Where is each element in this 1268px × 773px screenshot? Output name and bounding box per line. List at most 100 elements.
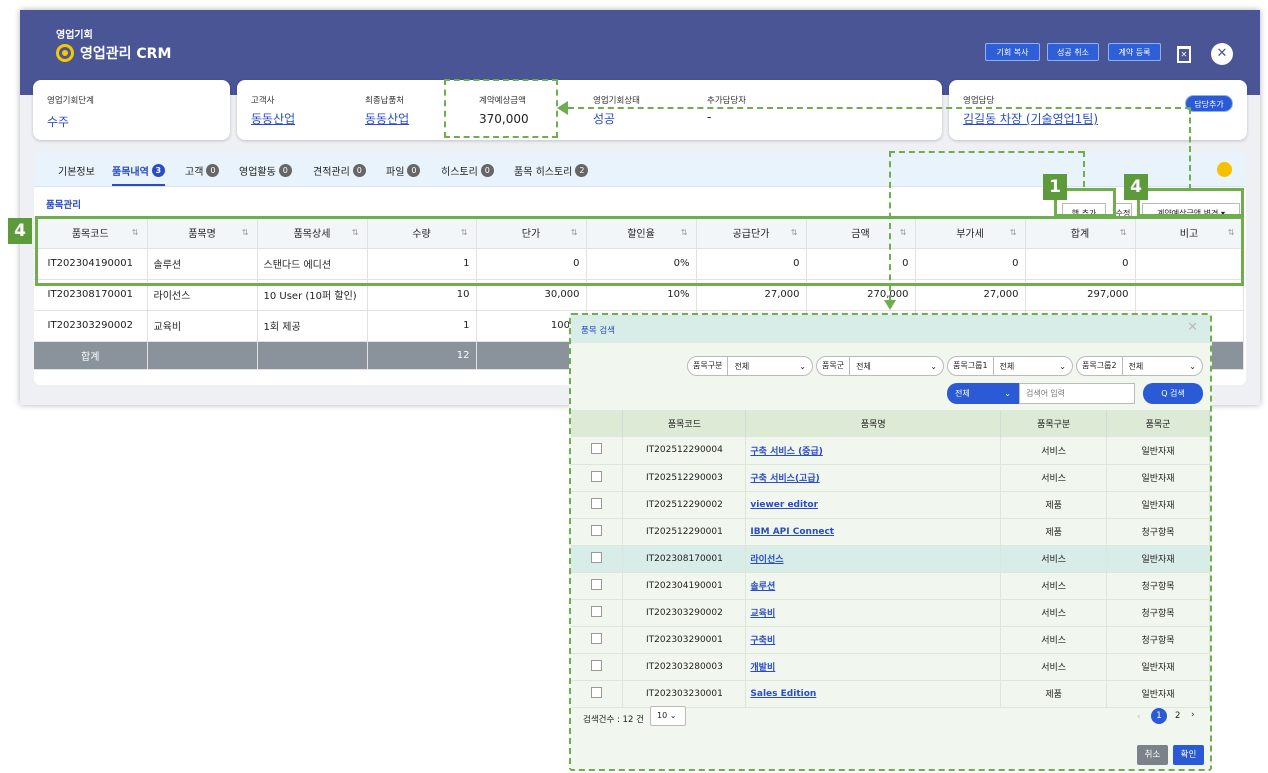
list-item[interactable]: IT202512290002 viewer editor 제품 일반자재 — [571, 491, 1210, 519]
search-scope-select[interactable]: 전체 ⌄ — [947, 383, 1019, 404]
search-button[interactable]: Q 검색 — [1143, 383, 1203, 404]
tab-files[interactable]: 파일 0 — [386, 163, 421, 178]
tab-activity[interactable]: 영업활동 0 — [239, 163, 292, 178]
row-checkbox[interactable] — [591, 605, 603, 617]
page-size-select[interactable]: 10 ⌄ — [650, 706, 686, 726]
item-link[interactable]: viewer editor — [750, 500, 818, 510]
item-link[interactable]: IBM API Connect — [750, 527, 834, 537]
prev-page-icon[interactable]: ‹ — [1137, 712, 1141, 722]
filter-group2[interactable]: 품목그룹2 전체 ⌄ — [1076, 356, 1203, 376]
status-value: 성공 — [593, 112, 616, 126]
cell: 서비스 — [1000, 545, 1108, 573]
item-link[interactable]: 솔루션 — [750, 582, 775, 592]
cell: 서비스 — [1000, 653, 1108, 681]
customer-link[interactable]: 동동산업 — [251, 110, 295, 127]
tab-basic[interactable]: 기본정보 — [58, 163, 95, 178]
filter-value: 전체 — [856, 361, 871, 371]
row-checkbox[interactable] — [591, 686, 603, 698]
list-item[interactable]: IT202303290002 교육비 서비스 청구항목 — [571, 599, 1210, 627]
tab-label: 영업활동 — [239, 167, 276, 178]
tab-label: 고객 — [185, 167, 204, 178]
cell: IT202512290004 — [622, 437, 747, 465]
item-link[interactable]: 개발비 — [750, 663, 775, 673]
info-card: 고객사 동동산업 최종납품처 동동산업 계약예상금액 370,000 영업기회상… — [237, 80, 942, 140]
search-input[interactable] — [1019, 383, 1135, 404]
app-title-text: 영업관리 CRM — [80, 46, 172, 62]
tab-history[interactable]: 히스토리 0 — [441, 163, 494, 178]
page-1[interactable]: 1 — [1151, 708, 1167, 724]
add-owner-button[interactable]: 담당추가 — [1185, 95, 1233, 112]
settings-icon[interactable] — [1217, 162, 1232, 177]
row-checkbox[interactable] — [591, 551, 603, 563]
next-page-icon[interactable]: › — [1191, 710, 1195, 720]
col-item-name[interactable]: 품목명 — [745, 410, 1002, 437]
list-item[interactable]: IT202308170001 라이선스 서비스 일반자재 — [571, 545, 1210, 573]
list-item[interactable]: IT202303280003 개발비 서비스 일반자재 — [571, 653, 1210, 681]
tab-label: 기본정보 — [58, 167, 95, 178]
list-item[interactable]: IT202303290001 구축비 서비스 청구항목 — [571, 626, 1210, 654]
owner-label: 영업담당 — [963, 96, 995, 106]
row-checkbox[interactable] — [591, 497, 603, 509]
cancel-button[interactable]: 취소 — [1137, 745, 1168, 765]
cell: IT202303290001 — [622, 626, 747, 654]
item-link[interactable]: 교육비 — [750, 609, 775, 619]
col-item-code[interactable]: 품목코드 — [622, 410, 747, 437]
list-item[interactable]: IT202512290001 IBM API Connect 제품 청구항목 — [571, 518, 1210, 546]
tab-customer[interactable]: 고객 0 — [185, 163, 220, 178]
tab-label: 히스토리 — [441, 167, 478, 178]
cancel-success-button[interactable]: 성공 취소 — [1047, 43, 1099, 61]
col-item-class[interactable]: 품목군 — [1106, 410, 1210, 437]
item-link[interactable]: 구축 서비스 (중급) — [750, 447, 822, 457]
row-checkbox[interactable] — [591, 524, 603, 536]
register-contract-button[interactable]: 계약 등록 — [1108, 43, 1161, 61]
list-item[interactable]: IT202304190001 솔루션 서비스 청구항목 — [571, 572, 1210, 600]
filter-value: 전체 — [1128, 361, 1144, 371]
total-qty: 12 — [367, 341, 477, 370]
list-item[interactable]: IT202303230001 Sales Edition 제품 일반자재 — [571, 680, 1210, 708]
col-item-type[interactable]: 품목구분 — [1000, 410, 1108, 437]
chevron-down-icon: ⌄ — [1059, 361, 1066, 371]
confirm-button[interactable]: 확인 — [1173, 745, 1204, 765]
chevron-down-icon: ⌄ — [930, 361, 937, 371]
stage-card: 영업기회단계 수주 — [33, 80, 230, 140]
item-link[interactable]: 구축비 — [750, 636, 775, 646]
list-item[interactable]: IT202512290003 구축 서비스(고급) 서비스 일반자재 — [571, 464, 1210, 492]
connector-line — [889, 151, 1084, 153]
cell: 1회 제공 — [257, 310, 368, 342]
callout-1: 1 — [1043, 174, 1067, 200]
delivery-link[interactable]: 동동산업 — [365, 110, 409, 127]
item-link[interactable]: 라이선스 — [750, 555, 783, 565]
close-button[interactable]: ✕ — [1211, 43, 1233, 65]
filter-group1[interactable]: 품목그룹1 전체 ⌄ — [947, 356, 1073, 376]
tab-quotes[interactable]: 견적관리 0 — [313, 163, 366, 178]
row-checkbox[interactable] — [591, 443, 603, 455]
cell: IT202308170001 — [622, 545, 747, 573]
filter-item-class[interactable]: 품목군 전체 ⌄ — [816, 356, 944, 376]
item-link[interactable]: 구축 서비스(고급) — [750, 474, 819, 484]
amount-change-highlight — [1137, 188, 1244, 217]
callout-4-grid: 4 — [8, 218, 32, 244]
stage-value: 수주 — [47, 115, 70, 129]
row-checkbox[interactable] — [591, 470, 603, 482]
arrow-down-icon — [884, 300, 896, 310]
filter-value: 전체 — [734, 361, 750, 371]
filter-item-type[interactable]: 품목구분 전체 ⌄ — [687, 356, 813, 376]
tab-items[interactable]: 품목내역 3 — [112, 163, 165, 186]
item-link[interactable]: Sales Edition — [750, 689, 816, 699]
row-checkbox[interactable] — [591, 659, 603, 671]
row-checkbox[interactable] — [591, 578, 603, 590]
page-2[interactable]: 2 — [1175, 711, 1180, 721]
tab-item-history[interactable]: 품목 히스토리 2 — [514, 163, 589, 178]
close-icon[interactable]: ✕ — [1187, 320, 1198, 335]
list-item[interactable]: IT202512290004 구축 서비스 (중급) 서비스 일반자재 — [571, 437, 1210, 465]
trash-icon[interactable]: ✕ — [1177, 46, 1191, 63]
cell: 일반자재 — [1106, 545, 1210, 573]
owner-link[interactable]: 김길동 차장 (기술영업1팀) — [963, 110, 1098, 127]
copy-opportunity-button[interactable]: 기회 복사 — [985, 43, 1040, 61]
customer-label: 고객사 — [251, 96, 275, 106]
cell: 1 — [367, 310, 477, 342]
arrow-left-icon — [557, 101, 568, 115]
extra-owner-value: - — [707, 110, 712, 124]
logo-icon — [56, 44, 74, 62]
row-checkbox[interactable] — [591, 632, 603, 644]
